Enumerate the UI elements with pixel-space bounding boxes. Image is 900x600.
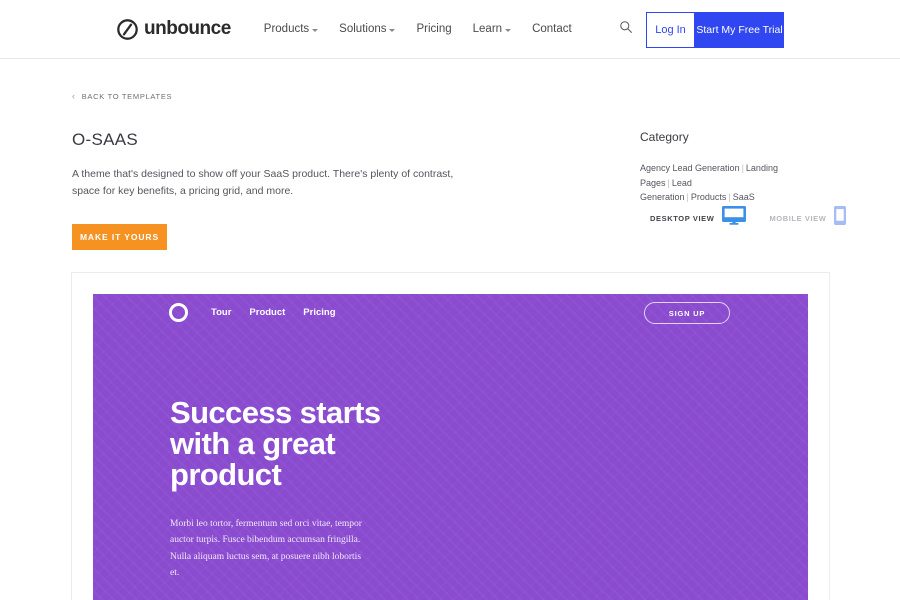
main-navigation: Products Solutions Pricing Learn Contact <box>264 23 572 35</box>
log-in-button[interactable]: Log In <box>646 11 695 48</box>
chevron-left-icon: ‹ <box>72 91 76 101</box>
nav-label: Solutions <box>339 23 387 35</box>
preview-nav-links: Tour Product Pricing <box>211 307 336 318</box>
nav-item-solutions[interactable]: Solutions <box>339 23 396 35</box>
chevron-down-icon <box>505 28 512 32</box>
nav-label: Pricing <box>416 23 452 35</box>
nav-label: Contact <box>532 23 572 35</box>
desktop-view-label: DESKTOP VIEW <box>650 213 715 223</box>
preview-headline: Success starts with a great product <box>170 397 470 490</box>
preview-nav-item-product[interactable]: Product <box>249 307 285 318</box>
logo-wordmark: unbounce <box>144 18 231 39</box>
chevron-down-icon <box>389 28 396 32</box>
category-item-products[interactable]: Products <box>691 192 727 202</box>
nav-item-learn[interactable]: Learn <box>472 23 512 35</box>
back-to-templates-label: BACK TO TEMPLATES <box>81 92 173 101</box>
preview-sign-up-button[interactable]: SIGN UP <box>644 302 730 324</box>
template-info-left: O-SAAS A theme that's designed to show o… <box>72 130 492 250</box>
template-description: A theme that's designed to show off your… <box>72 168 454 197</box>
unbounce-circle-slash-icon <box>117 18 138 40</box>
category-list: Agency Lead Generation | Landing Pages | Lea… <box>640 161 790 205</box>
desktop-monitor-icon <box>722 206 747 230</box>
preview-headline-line-2: with a great <box>170 426 336 461</box>
site-header: unbounce Products Solutions Pricing Lear… <box>0 0 900 59</box>
mobile-view-option[interactable]: MOBILE VIEW <box>769 206 847 230</box>
site-logo[interactable]: unbounce <box>117 18 231 40</box>
ring-logo-icon <box>169 303 188 322</box>
category-panel: Category Agency Lead Generation | Landing … <box>640 130 850 205</box>
preview-headline-line-3: product <box>170 457 282 492</box>
template-preview-card[interactable]: Tour Product Pricing SIGN UP Success sta… <box>71 272 830 600</box>
mobile-view-label: MOBILE VIEW <box>769 213 827 223</box>
header-actions: Log In Start My Free Trial <box>619 0 900 59</box>
mobile-phone-icon <box>834 206 847 230</box>
category-heading: Category <box>640 130 689 144</box>
nav-label: Learn <box>472 23 503 35</box>
nav-item-products[interactable]: Products <box>263 23 319 35</box>
category-item-saas[interactable]: SaaS <box>733 192 755 202</box>
template-preview-canvas: Tour Product Pricing SIGN UP Success sta… <box>93 294 808 600</box>
view-toggle: DESKTOP VIEW MOBILE VIEW <box>650 206 847 230</box>
preview-body-text: Morbi leo tortor, fermentum sed orci vit… <box>170 519 362 578</box>
page-title: O-SAAS <box>72 130 139 149</box>
search-icon[interactable] <box>619 20 633 39</box>
start-free-trial-button[interactable]: Start My Free Trial <box>695 11 784 48</box>
make-it-yours-button[interactable]: MAKE IT YOURS <box>72 224 167 250</box>
nav-item-contact[interactable]: Contact <box>532 23 572 35</box>
preview-navigation: Tour Product Pricing <box>169 303 336 322</box>
nav-label: Products <box>263 23 310 35</box>
preview-headline-line-1: Success starts <box>170 395 381 430</box>
preview-nav-item-tour[interactable]: Tour <box>211 307 231 318</box>
preview-hero: Success starts with a great product Morb… <box>170 397 470 581</box>
back-to-templates-link[interactable]: ‹ BACK TO TEMPLATES <box>72 91 173 102</box>
desktop-view-option[interactable]: DESKTOP VIEW <box>650 206 747 230</box>
preview-nav-item-pricing[interactable]: Pricing <box>303 307 335 318</box>
chevron-down-icon <box>312 28 319 32</box>
nav-item-pricing[interactable]: Pricing <box>416 23 451 35</box>
template-info-row: O-SAAS A theme that's designed to show o… <box>0 130 900 250</box>
category-item-agency-lead-generation[interactable]: Agency Lead Generation <box>640 163 740 173</box>
